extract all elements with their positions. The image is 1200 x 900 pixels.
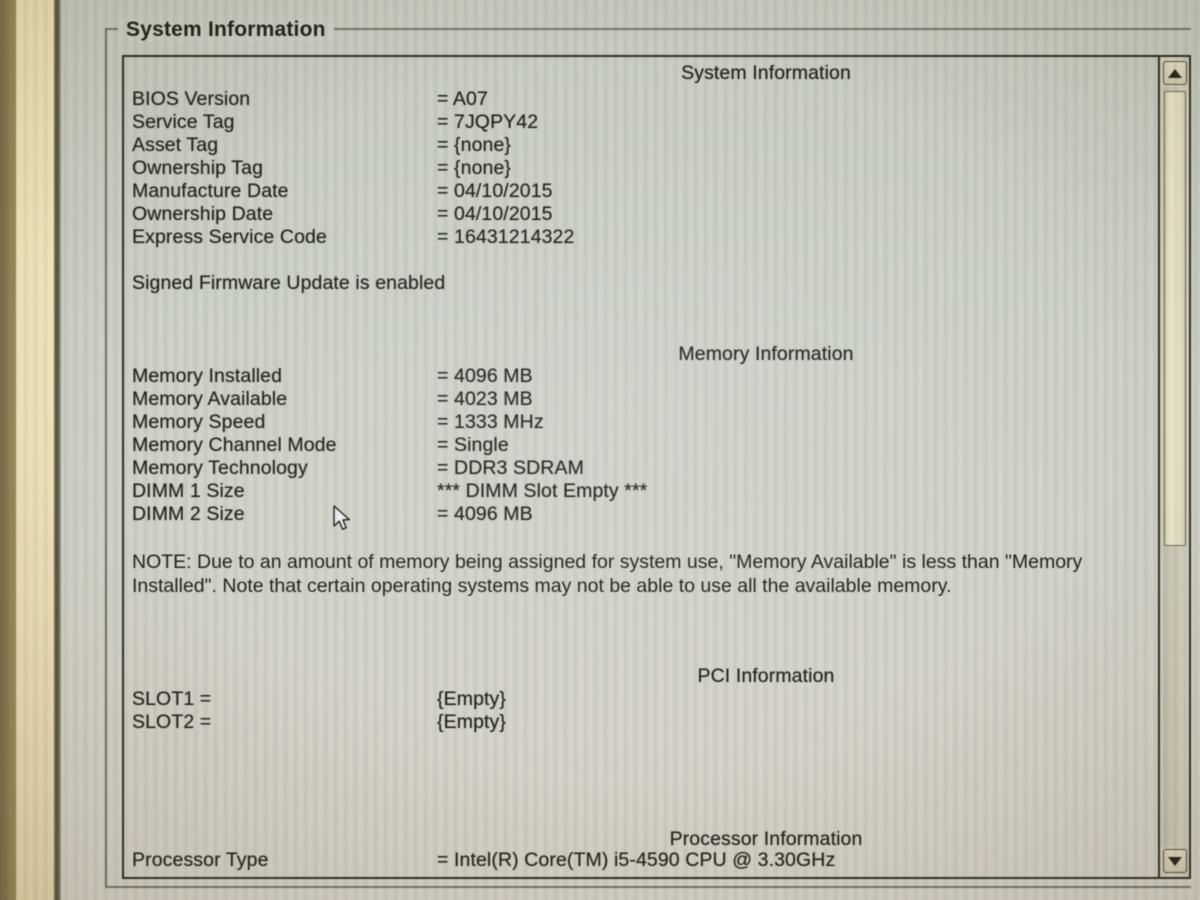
groupbox-title: System Information — [118, 18, 334, 42]
row-value-memory-technology: = DDR3 SDRAM — [437, 457, 584, 479]
scrollbar-thumb[interactable] — [1164, 91, 1186, 546]
scroll-up-button[interactable] — [1163, 61, 1187, 85]
section-heading-system-information: System Information — [681, 62, 851, 84]
memory-availability-note: NOTE: Due to an amount of memory being a… — [132, 551, 1083, 597]
row-label-memory-speed: Memory Speed — [132, 411, 266, 433]
row-value-ownership-tag: = {none} — [437, 157, 512, 179]
row-label-ownership-date: Ownership Date — [132, 203, 274, 225]
row-label-slot2: SLOT2 = — [132, 711, 212, 733]
triangle-down-icon — [1168, 856, 1182, 866]
system-information-panel: System Information BIOS Version = A07 Se… — [122, 55, 1191, 879]
row-label-memory-installed: Memory Installed — [132, 365, 283, 387]
monitor-bezel-left-dark — [0, 0, 16, 900]
row-value-service-tag: = 7JQPY42 — [437, 111, 539, 133]
row-label-dimm-1-size: DIMM 1 Size — [132, 480, 245, 502]
row-label-service-tag: Service Tag — [132, 111, 235, 133]
row-label-memory-available: Memory Available — [132, 388, 288, 410]
scroll-down-button[interactable] — [1163, 849, 1187, 873]
row-label-processor-type: Processor Type — [132, 849, 269, 871]
bios-screen-photo: System Information System Information BI… — [0, 0, 1200, 900]
row-value-asset-tag: = {none} — [437, 134, 512, 156]
row-value-slot1: {Empty} — [437, 688, 506, 710]
row-label-manufacture-date: Manufacture Date — [132, 180, 289, 202]
section-heading-memory-information: Memory Information — [678, 343, 854, 365]
row-value-slot2: {Empty} — [437, 711, 506, 733]
row-value-dimm-1-size: *** DIMM Slot Empty *** — [437, 480, 648, 502]
row-label-bios-version: BIOS Version — [132, 88, 251, 110]
signed-firmware-update-status: Signed Firmware Update is enabled — [132, 272, 446, 294]
row-value-memory-available: = 4023 MB — [437, 388, 533, 410]
vertical-scrollbar[interactable] — [1158, 57, 1189, 877]
row-label-slot1: SLOT1 = — [132, 688, 212, 710]
row-value-bios-version: = A07 — [437, 88, 488, 110]
row-value-memory-installed: = 4096 MB — [437, 365, 533, 387]
monitor-bezel-edge — [54, 0, 61, 900]
row-value-memory-channel-mode: = Single — [437, 434, 509, 456]
row-value-dimm-2-size: = 4096 MB — [437, 503, 533, 525]
row-label-express-service-code: Express Service Code — [132, 226, 327, 248]
row-value-memory-speed: = 1333 MHz — [437, 411, 544, 433]
monitor-bezel-left-light — [16, 0, 54, 900]
row-label-ownership-tag: Ownership Tag — [132, 157, 264, 179]
triangle-up-icon — [1168, 68, 1182, 78]
row-value-processor-type: = Intel(R) Core(TM) i5-4590 CPU @ 3.30GH… — [437, 849, 836, 871]
row-value-manufacture-date: = 04/10/2015 — [437, 180, 553, 202]
row-value-ownership-date: = 04/10/2015 — [437, 203, 553, 225]
row-label-memory-technology: Memory Technology — [132, 457, 308, 479]
section-heading-pci-information: PCI Information — [697, 665, 835, 687]
panel-content: System Information BIOS Version = A07 Se… — [124, 57, 1159, 877]
row-value-express-service-code: = 16431214322 — [437, 226, 575, 248]
section-heading-processor-information: Processor Information — [669, 828, 863, 850]
row-label-memory-channel-mode: Memory Channel Mode — [132, 434, 337, 456]
row-label-asset-tag: Asset Tag — [132, 134, 219, 156]
row-label-dimm-2-size: DIMM 2 Size — [132, 503, 245, 525]
